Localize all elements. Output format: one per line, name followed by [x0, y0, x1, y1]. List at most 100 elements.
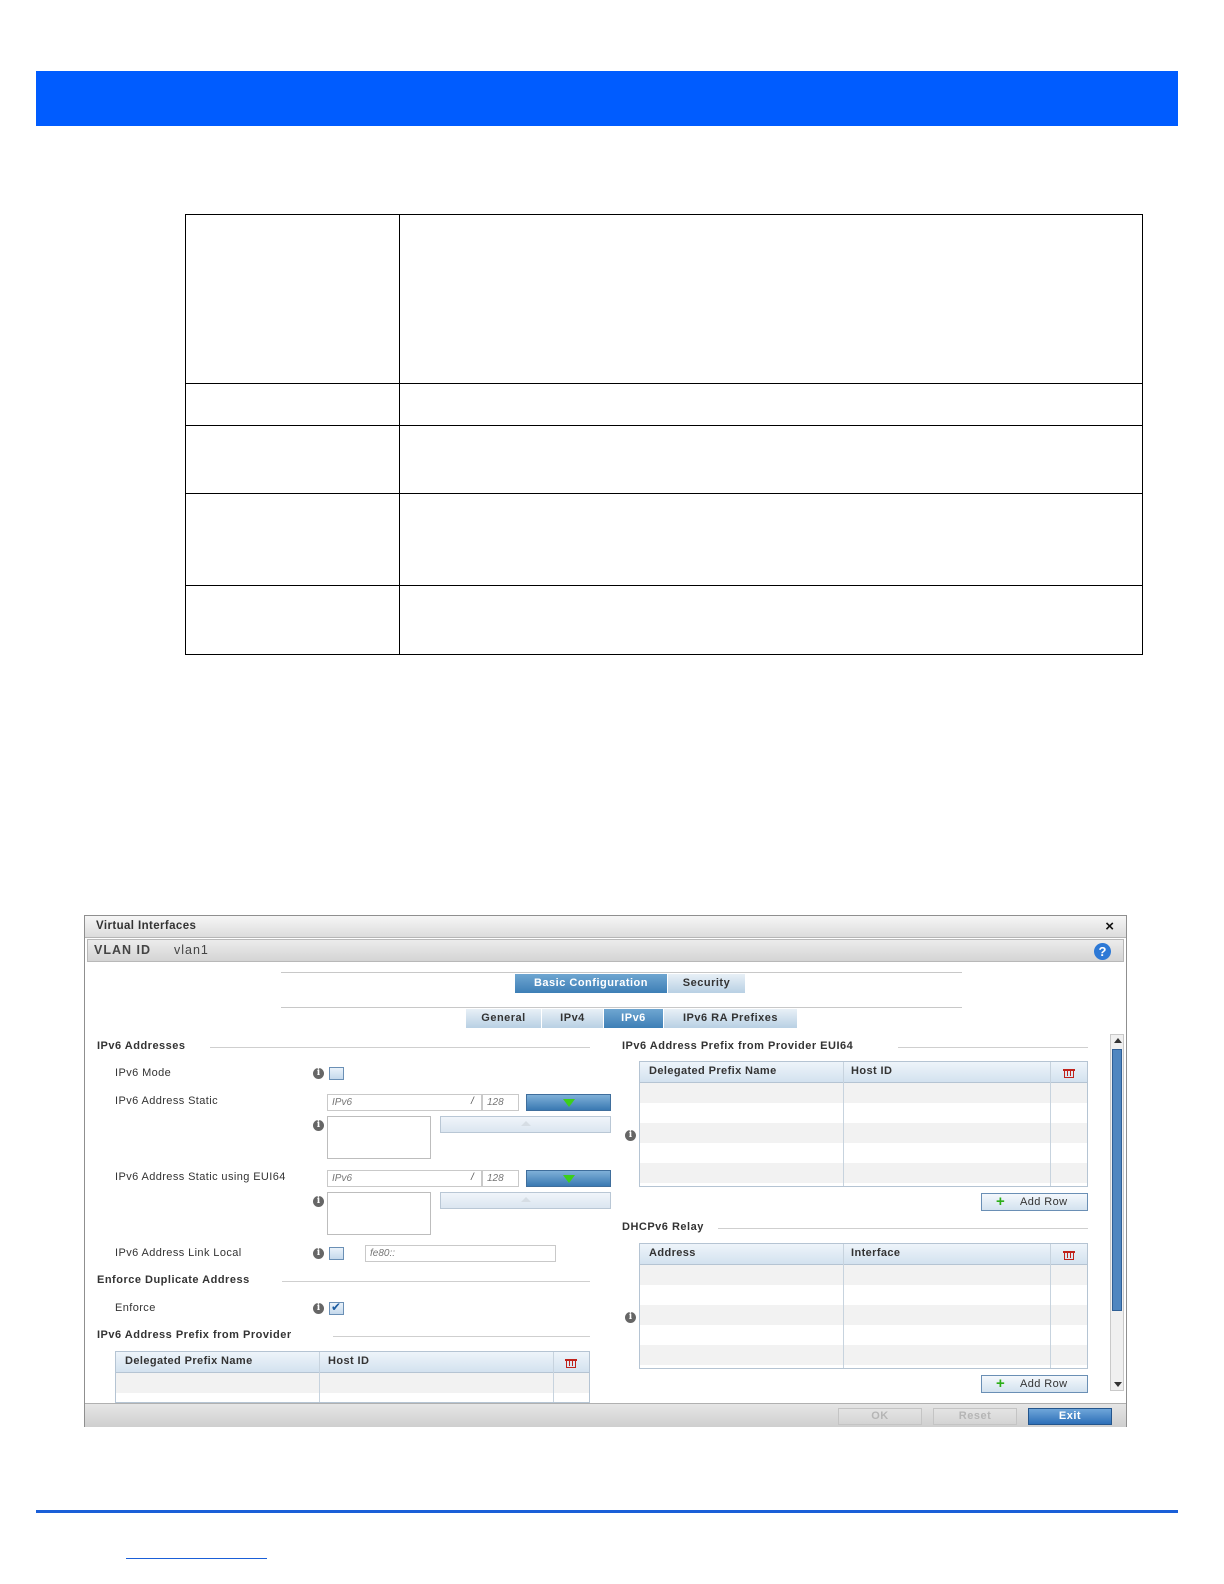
ok-button[interactable]: OK [838, 1408, 922, 1425]
column-header-host-id: Host ID [328, 1355, 370, 1367]
table-cell [399, 214, 1143, 384]
section-divider [210, 1047, 590, 1048]
column-header-delegated-prefix-name: Delegated Prefix Name [125, 1355, 253, 1367]
document-footer-link-underline[interactable] [126, 1558, 267, 1559]
add-row-button[interactable]: + Add Row [981, 1193, 1088, 1211]
ipv6-mode-checkbox[interactable] [329, 1067, 344, 1080]
delete-icon[interactable] [565, 1356, 577, 1369]
add-row-button[interactable]: + Add Row [981, 1375, 1088, 1393]
scroll-up-icon[interactable] [1114, 1038, 1122, 1043]
ipv6-addresses-section-title: IPv6 Addresses [97, 1040, 186, 1052]
table-row [640, 1305, 1087, 1325]
table-row [640, 1285, 1087, 1305]
ipv6-address-static-label: IPv6 Address Static [115, 1095, 218, 1107]
document-footer-rule [36, 1510, 1178, 1513]
exit-button[interactable]: Exit [1028, 1408, 1112, 1425]
table-cell [399, 425, 1143, 494]
column-header-address: Address [649, 1247, 696, 1259]
tab-ipv6-ra-prefixes[interactable]: IPv6 RA Prefixes [664, 1009, 798, 1028]
plus-icon: + [996, 1375, 1005, 1392]
info-icon: i [313, 1196, 324, 1207]
dhcpv6-relay-table: Address Interface [639, 1243, 1088, 1369]
ipv6-static-prefix-input[interactable] [482, 1094, 519, 1111]
eui64-prefix-table: Delegated Prefix Name Host ID [639, 1061, 1088, 1187]
column-header-delegated-prefix-name: Delegated Prefix Name [649, 1065, 777, 1077]
section-divider [333, 1336, 590, 1337]
section-divider [898, 1047, 1088, 1048]
table-cell [399, 383, 1143, 426]
vlan-id-value: vlan1 [174, 943, 209, 957]
reset-button[interactable]: Reset [933, 1408, 1017, 1425]
ipv6-eui64-address-input[interactable] [327, 1170, 482, 1187]
info-icon: i [625, 1130, 636, 1141]
vertical-scrollbar[interactable] [1110, 1034, 1124, 1391]
eui64-prefix-section-title: IPv6 Address Prefix from Provider EUI64 [622, 1040, 854, 1052]
tab-divider [281, 972, 962, 973]
table-row [640, 1265, 1087, 1285]
plus-icon: + [996, 1193, 1005, 1210]
link-local-input[interactable] [365, 1245, 556, 1262]
ipv6-eui64-prefix-input[interactable] [482, 1170, 519, 1187]
info-icon: i [313, 1303, 324, 1314]
ipv6-static-address-input[interactable] [327, 1094, 482, 1111]
tab-basic-configuration[interactable]: Basic Configuration [515, 974, 668, 993]
enforce-checkbox[interactable] [329, 1300, 344, 1315]
scrollbar-thumb[interactable] [1112, 1049, 1122, 1311]
document-table [185, 214, 1143, 655]
column-divider [319, 1352, 320, 1402]
delete-icon[interactable] [1063, 1248, 1075, 1261]
column-divider [843, 1062, 844, 1186]
table-cell [185, 214, 400, 384]
dhcpv6-relay-section-title: DHCPv6 Relay [622, 1221, 704, 1233]
table-cell [185, 383, 400, 426]
add-eui64-address-button[interactable] [526, 1170, 611, 1187]
ipv6-link-local-label: IPv6 Address Link Local [115, 1247, 242, 1259]
ipv6-mode-label: IPv6 Mode [115, 1067, 172, 1079]
document-header-bar [36, 71, 1178, 126]
dialog-title-bar: Virtual Interfaces × [85, 916, 1126, 938]
provider-prefix-table: Delegated Prefix Name Host ID [115, 1351, 590, 1403]
tab-security[interactable]: Security [668, 974, 746, 993]
table-cell [185, 585, 400, 655]
link-local-checkbox[interactable] [329, 1247, 344, 1260]
table-cell [185, 493, 400, 586]
column-divider [1050, 1244, 1051, 1368]
table-header: Delegated Prefix Name Host ID [116, 1352, 589, 1373]
table-header: Address Interface [640, 1244, 1087, 1265]
add-row-label: Add Row [1020, 1196, 1068, 1208]
column-header-interface: Interface [851, 1247, 901, 1259]
close-icon[interactable]: × [1105, 918, 1114, 935]
eui64-address-list[interactable] [327, 1192, 431, 1235]
column-divider [553, 1352, 554, 1402]
ipv6-address-eui64-label: IPv6 Address Static using EUI64 [115, 1171, 286, 1183]
table-row [640, 1123, 1087, 1143]
table-cell [399, 585, 1143, 655]
table-cell [399, 493, 1143, 586]
top-tabs: Basic Configuration Security [515, 974, 746, 993]
column-divider [1050, 1062, 1051, 1186]
prefix-separator: / [471, 1096, 474, 1107]
table-row [116, 1373, 589, 1393]
add-row-label: Add Row [1020, 1378, 1068, 1390]
prefix-separator: / [471, 1172, 474, 1183]
section-divider [282, 1281, 590, 1282]
provider-prefix-section-title: IPv6 Address Prefix from Provider [97, 1329, 292, 1341]
static-address-list[interactable] [327, 1116, 431, 1159]
table-row [640, 1143, 1087, 1163]
table-row [640, 1103, 1087, 1123]
vlan-id-label: VLAN ID [94, 943, 151, 957]
remove-eui64-address-button[interactable] [440, 1192, 611, 1209]
dialog-title: Virtual Interfaces [96, 920, 197, 932]
sub-tabs: General IPv4 IPv6 IPv6 RA Prefixes [466, 1009, 798, 1028]
table-header: Delegated Prefix Name Host ID [640, 1062, 1087, 1083]
tab-general[interactable]: General [466, 1009, 542, 1028]
add-static-address-button[interactable] [526, 1094, 611, 1111]
remove-static-address-button[interactable] [440, 1116, 611, 1133]
column-divider [843, 1244, 844, 1368]
tab-ipv4[interactable]: IPv4 [542, 1009, 604, 1028]
scroll-down-icon[interactable] [1114, 1382, 1122, 1387]
tab-ipv6[interactable]: IPv6 [604, 1009, 664, 1028]
delete-icon[interactable] [1063, 1066, 1075, 1079]
column-header-host-id: Host ID [851, 1065, 893, 1077]
help-icon[interactable]: ? [1094, 943, 1111, 960]
